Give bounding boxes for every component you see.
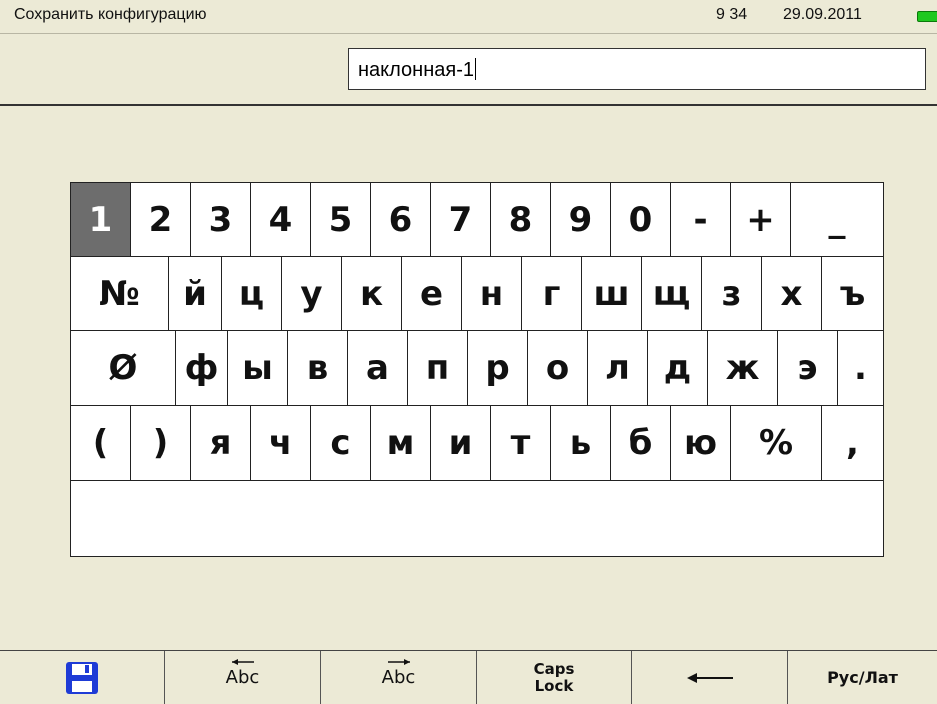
key-8[interactable]: 8 (491, 183, 551, 257)
key-7[interactable]: 7 (431, 183, 491, 257)
clock-time: 9 34 (716, 6, 748, 23)
key-ы[interactable]: ы (228, 331, 288, 406)
key-6[interactable]: 6 (371, 183, 431, 257)
key-ч[interactable]: ч (251, 406, 311, 481)
text-cursor (475, 58, 476, 80)
key-2[interactable]: 2 (131, 183, 191, 257)
clock-date: 29.09.2011 (783, 6, 862, 23)
key-9[interactable]: 9 (551, 183, 611, 257)
key-щ[interactable]: щ (642, 257, 702, 331)
filename-input-value: наклонная-1 (358, 59, 474, 81)
key-minus[interactable]: - (671, 183, 731, 257)
cursor-left-label: Abc (225, 667, 260, 688)
key-ъ[interactable]: ъ (822, 257, 883, 331)
on-screen-keyboard: 1 2 3 4 5 6 7 8 9 0- + _ № й ц у к е н г ш щ з х ъ Øф ы в а п р о л д ж э. (… (70, 182, 884, 557)
page-title: Сохранить конфигурацию (14, 6, 207, 23)
key-д[interactable]: д (648, 331, 708, 406)
key-в[interactable]: в (288, 331, 348, 406)
caps-lock-label: Caps Lock (533, 659, 575, 695)
key-у[interactable]: у (282, 257, 342, 331)
key-м[interactable]: м (371, 406, 431, 481)
key-plus[interactable]: + (731, 183, 791, 257)
arrow-left-small-icon (231, 659, 254, 665)
language-toggle-button[interactable]: Рус/Лат (788, 651, 937, 704)
key-numero-sign[interactable]: № (71, 257, 169, 331)
key-0[interactable]: 0 (611, 183, 671, 257)
key-с[interactable]: с (311, 406, 371, 481)
key-1[interactable]: 1 (71, 183, 131, 257)
key-б[interactable]: б (611, 406, 671, 481)
battery-icon (917, 11, 937, 22)
arrow-left-icon (686, 672, 733, 683)
key-4[interactable]: 4 (251, 183, 311, 257)
key-х[interactable]: х (762, 257, 822, 331)
bottom-toolbar: Abc Abc Caps Lock Рус/Лат (0, 650, 937, 704)
key-п[interactable]: п (408, 331, 468, 406)
key-г[interactable]: г (522, 257, 582, 331)
backspace-button[interactable] (632, 651, 788, 704)
key-и[interactable]: и (431, 406, 491, 481)
filename-input[interactable]: наклонная-1 (348, 48, 926, 90)
header-divider (0, 104, 937, 106)
key-ц[interactable]: ц (222, 257, 282, 331)
key-underscore[interactable]: _ (791, 183, 883, 257)
key-left-paren[interactable]: ( (71, 406, 131, 481)
status-bar: Сохранить конфигурацию 9 34 29.09.2011 (0, 0, 937, 34)
save-button[interactable] (0, 651, 165, 704)
key-ж[interactable]: ж (708, 331, 778, 406)
arrow-right-small-icon (387, 659, 410, 665)
floppy-disk-icon (66, 661, 98, 694)
key-а[interactable]: а (348, 331, 408, 406)
key-5[interactable]: 5 (311, 183, 371, 257)
key-percent[interactable]: % (731, 406, 822, 481)
key-ф[interactable]: ф (176, 331, 228, 406)
key-н[interactable]: н (462, 257, 522, 331)
cursor-right-label: Abc (381, 667, 416, 688)
cursor-left-button[interactable]: Abc (165, 651, 321, 704)
key-3[interactable]: 3 (191, 183, 251, 257)
cursor-right-button[interactable]: Abc (321, 651, 477, 704)
key-р[interactable]: р (468, 331, 528, 406)
key-o-stroke[interactable]: Ø (71, 331, 176, 406)
key-comma[interactable]: , (822, 406, 883, 481)
key-ю[interactable]: ю (671, 406, 731, 481)
key-о[interactable]: о (528, 331, 588, 406)
key-к[interactable]: к (342, 257, 402, 331)
language-toggle-label: Рус/Лат (827, 668, 898, 687)
key-з[interactable]: з (702, 257, 762, 331)
key-э[interactable]: э (778, 331, 838, 406)
key-ь[interactable]: ь (551, 406, 611, 481)
key-т[interactable]: т (491, 406, 551, 481)
key-л[interactable]: л (588, 331, 648, 406)
key-е[interactable]: е (402, 257, 462, 331)
key-ш[interactable]: ш (582, 257, 642, 331)
key-right-paren[interactable]: ) (131, 406, 191, 481)
key-й[interactable]: й (169, 257, 222, 331)
key-я[interactable]: я (191, 406, 251, 481)
key-period[interactable]: . (838, 331, 883, 406)
space-key[interactable] (71, 481, 883, 556)
caps-lock-button[interactable]: Caps Lock (477, 651, 632, 704)
